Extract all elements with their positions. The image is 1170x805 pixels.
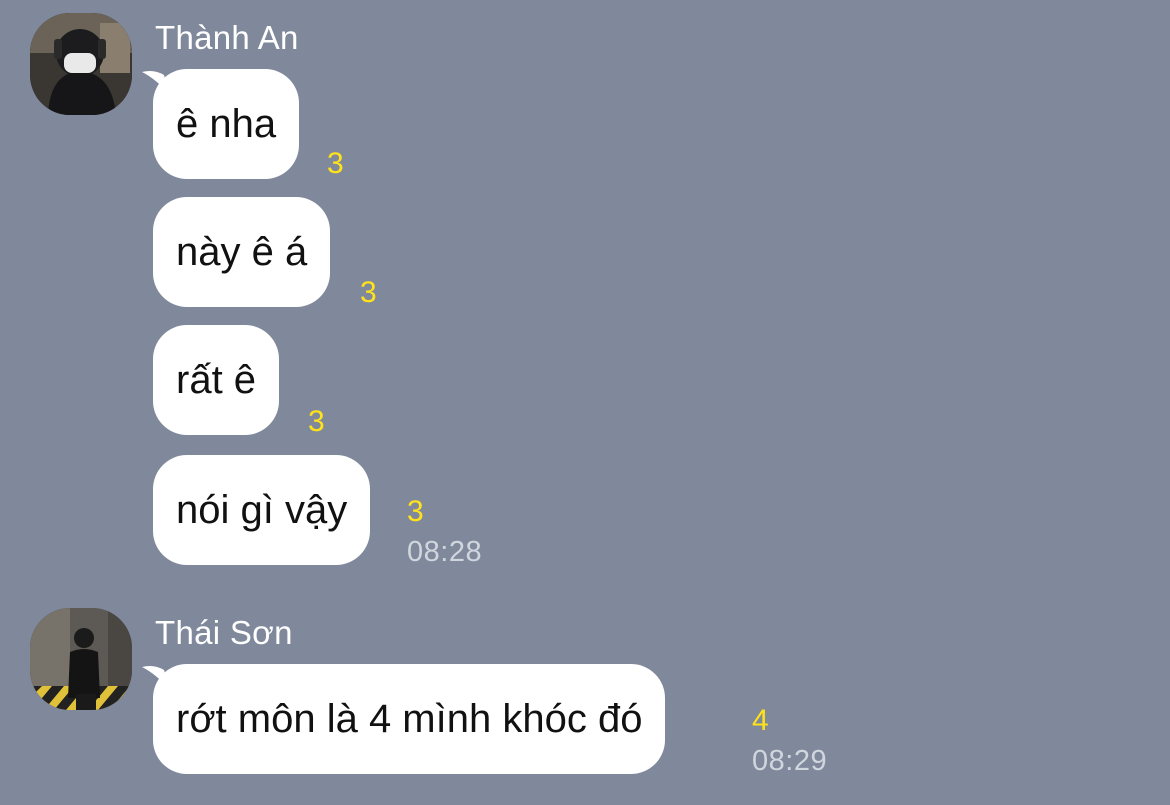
message-bubble[interactable]: rớt môn là 4 mình khóc đó <box>153 664 666 774</box>
read-count: 3 <box>327 147 344 180</box>
read-count: 4 <box>752 704 769 737</box>
avatar-photo-icon <box>30 608 132 710</box>
avatar-photo-icon <box>30 13 132 115</box>
message-meta: 3 08:28 <box>407 495 482 569</box>
read-count: 3 <box>308 405 325 438</box>
message-bubble[interactable]: rất ê <box>153 325 280 435</box>
avatar[interactable] <box>30 608 132 710</box>
timestamp: 08:28 <box>407 536 483 568</box>
message-meta: 3 <box>308 405 325 439</box>
read-count: 3 <box>407 495 424 528</box>
message-meta: 3 <box>327 147 344 181</box>
message-bubble[interactable]: ê nha <box>153 69 300 179</box>
message-bubble[interactable]: này ê á <box>153 197 331 307</box>
timestamp: 08:29 <box>752 745 828 777</box>
message-bubble[interactable]: nói gì vậy <box>153 455 371 565</box>
chat-screen: { "messages": [ { "sender": "Thành An", … <box>0 0 1170 805</box>
message-meta: 4 08:29 <box>752 704 827 778</box>
sender-name: Thành An <box>155 19 299 56</box>
message-meta: 3 <box>360 276 377 310</box>
avatar[interactable] <box>30 13 132 115</box>
sender-name: Thái Sơn <box>155 614 293 651</box>
read-count: 3 <box>360 276 377 309</box>
